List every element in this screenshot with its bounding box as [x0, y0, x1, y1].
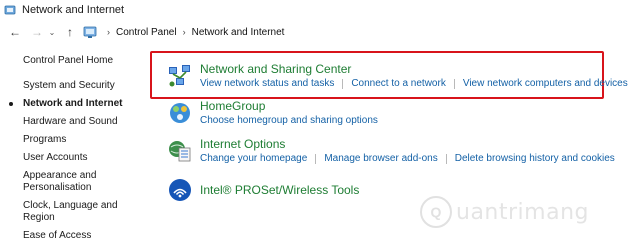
sidebar-item-network-internet[interactable]: Network and Internet: [0, 98, 145, 110]
window-title: Network and Internet: [22, 4, 125, 16]
homegroup-link[interactable]: HomeGroup: [200, 99, 378, 114]
network-sharing-center-links: View network status and tasks Connect to…: [200, 77, 628, 90]
sidebar-item-clock-language-region[interactable]: Clock, Language and Region: [0, 200, 145, 224]
sidebar-item-user-accounts[interactable]: User Accounts: [0, 152, 145, 164]
network-sharing-center-icon: [166, 62, 194, 90]
internet-options-icon: [166, 137, 194, 165]
delete-browsing-history-link[interactable]: Delete browsing history and cookies: [455, 152, 615, 165]
homegroup-icon: [166, 99, 194, 127]
wireless-icon: [166, 176, 194, 204]
forward-arrow-icon[interactable]: →: [28, 23, 46, 41]
breadcrumb-separator: ›: [107, 27, 110, 37]
intel-proset-link[interactable]: Intel® PROSet/Wireless Tools: [200, 183, 359, 198]
breadcrumb: › Control Panel › Network and Internet: [83, 25, 284, 39]
recent-locations-chevron-icon[interactable]: ⌄: [47, 23, 57, 41]
view-network-status-link[interactable]: View network status and tasks: [200, 77, 334, 90]
manage-addons-link[interactable]: Manage browser add-ons: [324, 152, 437, 165]
watermark-text: uantrimang: [456, 199, 589, 225]
homegroup-links: Choose homegroup and sharing options: [200, 114, 378, 127]
breadcrumb-network-and-internet[interactable]: Network and Internet: [192, 27, 285, 38]
network-sharing-center-link[interactable]: Network and Sharing Center: [200, 62, 628, 77]
internet-options-link[interactable]: Internet Options: [200, 137, 615, 152]
sidebar-item-hardware-sound[interactable]: Hardware and Sound: [0, 116, 145, 128]
network-folder-icon: [4, 5, 16, 15]
main-content: Network and Sharing Center View network …: [152, 50, 640, 204]
control-panel-icon: [83, 26, 97, 38]
watermark-logo-icon: Q: [420, 196, 452, 228]
breadcrumb-control-panel[interactable]: Control Panel: [116, 27, 177, 38]
title-bar: Network and Internet: [0, 0, 640, 20]
homegroup-sharing-options-link[interactable]: Choose homegroup and sharing options: [200, 114, 378, 127]
sidebar-item-programs[interactable]: Programs: [0, 134, 145, 146]
sidebar: Control Panel Home System and Security N…: [0, 55, 145, 240]
link-divider: [453, 78, 455, 89]
breadcrumb-separator: ›: [182, 27, 186, 37]
section-internet-options: Internet Options Change your homepage Ma…: [152, 137, 640, 165]
internet-options-links: Change your homepage Manage browser add-…: [200, 152, 615, 165]
section-network-sharing-center: Network and Sharing Center View network …: [152, 62, 640, 90]
watermark: Q uantrimang: [420, 196, 589, 228]
address-bar: ← → ⌄ ↑ › Control Panel › Network and In…: [0, 22, 640, 42]
view-network-computers-link[interactable]: View network computers and devices: [463, 77, 628, 90]
sidebar-item-ease-of-access[interactable]: Ease of Access: [0, 230, 145, 240]
change-homepage-link[interactable]: Change your homepage: [200, 152, 307, 165]
sidebar-item-system-security[interactable]: System and Security: [0, 80, 145, 92]
up-arrow-icon[interactable]: ↑: [61, 23, 79, 41]
sidebar-item-personalisation[interactable]: Personalisation: [0, 182, 145, 194]
link-divider: [445, 153, 447, 164]
connect-to-network-link[interactable]: Connect to a network: [351, 77, 446, 90]
link-divider: [315, 153, 317, 164]
section-homegroup: HomeGroup Choose homegroup and sharing o…: [152, 99, 640, 127]
link-divider: [342, 78, 344, 89]
sidebar-item-control-panel-home[interactable]: Control Panel Home: [0, 55, 145, 67]
back-arrow-icon[interactable]: ←: [6, 23, 24, 41]
sidebar-item-appearance[interactable]: Appearance and: [0, 170, 145, 182]
